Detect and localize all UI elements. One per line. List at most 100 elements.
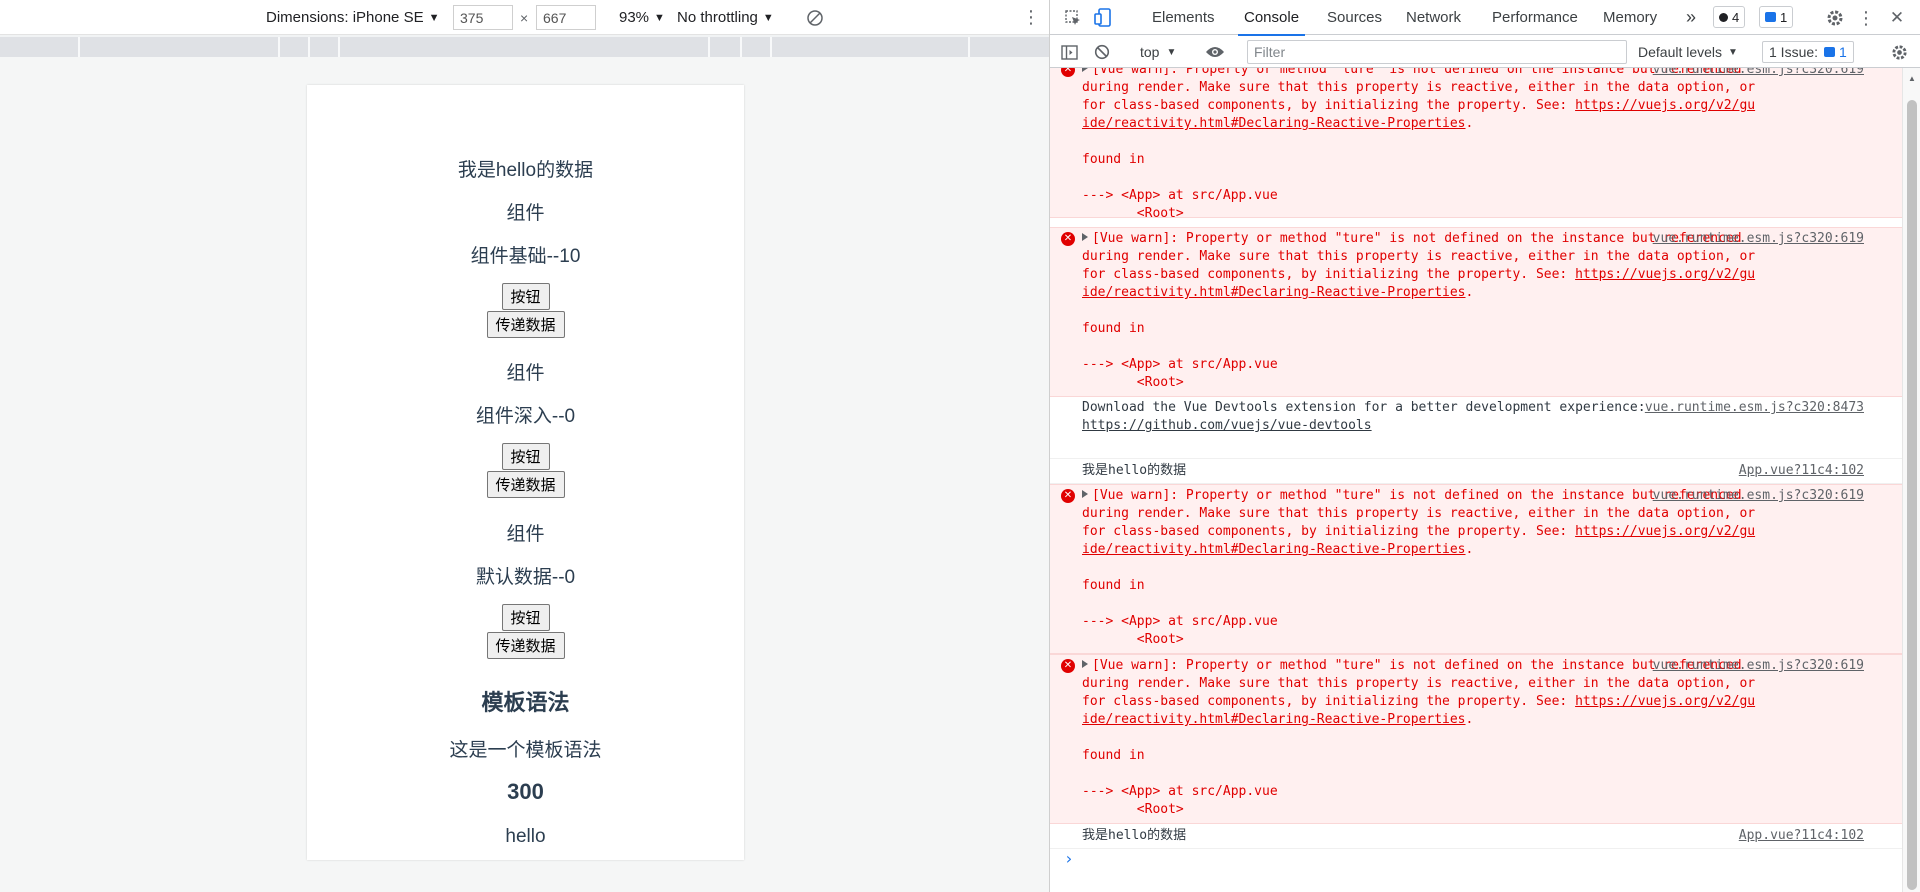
error-icon: ✕ <box>1061 489 1075 503</box>
devtools-panel: Elements Console Sources Network Perform… <box>1049 0 1920 892</box>
ruler-segment[interactable] <box>340 37 710 57</box>
console-settings-gear-icon[interactable] <box>1888 42 1910 62</box>
clear-console-icon[interactable] <box>1092 42 1112 62</box>
rotate-icon[interactable] <box>806 0 824 35</box>
context-select[interactable]: top ▼ <box>1140 36 1176 68</box>
button-1[interactable]: 按钮 <box>501 283 550 310</box>
close-icon[interactable]: ✕ <box>1886 7 1908 29</box>
issues-button[interactable]: 1 Issue: 1 <box>1762 41 1854 63</box>
issues-count: 1 <box>1839 44 1847 60</box>
error-count-badge[interactable]: 4 <box>1713 6 1746 28</box>
console-error-message[interactable]: ✕ [Vue warn]: Property or method "ture" … <box>1050 68 1902 221</box>
live-expression-eye-icon[interactable] <box>1203 42 1227 62</box>
button-2[interactable]: 按钮 <box>501 443 550 470</box>
log-levels-select[interactable]: Default levels ▼ <box>1638 36 1738 68</box>
component-deep-text: 组件深入--0 <box>475 406 576 427</box>
number-heading: 300 <box>507 779 544 804</box>
component-text: 组件 <box>506 524 545 545</box>
console-info-message[interactable]: Download the Vue Devtools extension for … <box>1050 397 1902 459</box>
ruler-segment[interactable] <box>80 37 280 57</box>
filter-input[interactable]: Filter <box>1247 40 1627 64</box>
console-messages: ✕ [Vue warn]: Property or method "ture" … <box>1050 68 1902 892</box>
caret-down-icon: ▼ <box>762 11 774 24</box>
hello-data-text: 我是hello的数据 <box>457 160 594 181</box>
zoom-select[interactable]: 93% ▼ <box>619 0 665 35</box>
ruler-segment[interactable] <box>0 37 80 57</box>
ruler-segment[interactable] <box>742 37 772 57</box>
vue-devtools-link[interactable]: https://github.com/vuejs/vue-devtools <box>1082 418 1372 433</box>
ruler-segment[interactable] <box>710 37 742 57</box>
component-text: 组件 <box>506 363 545 384</box>
caret-down-icon: ▼ <box>1728 46 1738 58</box>
caret-down-icon: ▼ <box>1166 46 1177 58</box>
message-text: 我是hello的数据 <box>1082 828 1187 843</box>
tab-console[interactable]: Console <box>1238 0 1306 36</box>
source-link[interactable]: App.vue?11c4:102 <box>1739 828 1864 843</box>
device-toggle-icon[interactable] <box>1093 7 1113 29</box>
height-input[interactable]: 667 <box>536 5 596 30</box>
ruler-segment[interactable] <box>310 37 340 57</box>
error-icon: ✕ <box>1061 68 1075 77</box>
message-text: [Vue warn]: Property or method "ture" is… <box>1082 488 1763 647</box>
source-link[interactable]: vue.runtime.esm.js?c320:8473 <box>1645 400 1864 415</box>
console-error-message[interactable]: ✕ [Vue warn]: Property or method "ture" … <box>1050 484 1902 654</box>
template-syntax-text: 这是一个模板语法 <box>449 740 602 761</box>
console-log-message[interactable]: 我是hello的数据 App.vue?11c4:102 <box>1050 459 1902 484</box>
error-dot-icon <box>1719 12 1728 22</box>
devtools-tab-bar: Elements Console Sources Network Perform… <box>1050 0 1920 36</box>
component-basic-text: 组件基础--10 <box>470 246 581 267</box>
template-syntax-heading: 模板语法 <box>481 690 570 715</box>
message-icon <box>1765 12 1776 22</box>
console-error-message[interactable]: ✕ [Vue warn]: Property or method "ture" … <box>1050 227 1902 397</box>
message-count: 1 <box>1780 9 1788 25</box>
tab-elements[interactable]: Elements <box>1152 0 1215 35</box>
message-text: [Vue warn]: Property or method "ture" is… <box>1082 68 1757 223</box>
message-icon <box>1824 47 1836 57</box>
device-emulation-pane: Dimensions: iPhone SE ▼ 375 × 667 93% ▼ … <box>0 0 1049 892</box>
pass-data-button-2[interactable]: 传递数据 <box>486 471 565 498</box>
tab-performance[interactable]: Performance <box>1492 0 1578 35</box>
expand-triangle-icon <box>1082 660 1088 668</box>
source-link[interactable]: vue.runtime.esm.js?c320:619 <box>1653 68 1864 77</box>
ruler-segment[interactable] <box>970 37 1049 57</box>
console-prompt[interactable]: › <box>1064 849 1074 868</box>
pass-data-button-3[interactable]: 传递数据 <box>486 632 565 659</box>
console-scrollbar[interactable]: ▲ <box>1902 68 1920 892</box>
more-options-icon[interactable]: ⋮ <box>1022 0 1040 35</box>
media-query-ruler[interactable] <box>0 37 1049 57</box>
width-input[interactable]: 375 <box>453 5 513 30</box>
button-3[interactable]: 按钮 <box>501 604 550 631</box>
source-link[interactable]: vue.runtime.esm.js?c320:619 <box>1653 658 1864 673</box>
error-count: 4 <box>1732 9 1740 25</box>
log-levels-label: Default levels <box>1638 44 1723 60</box>
throttling-select[interactable]: No throttling ▼ <box>677 0 774 35</box>
device-dimensions-label: Dimensions: iPhone SE <box>266 9 424 26</box>
device-viewport: 我是hello的数据 组件 组件基础--10 按钮 传递数据 组件 组件深入--… <box>307 85 744 860</box>
device-toolbar: Dimensions: iPhone SE ▼ 375 × 667 93% ▼ … <box>0 0 1049 35</box>
tab-network[interactable]: Network <box>1406 0 1461 35</box>
message-text: [Vue warn]: Property or method "ture" is… <box>1082 231 1763 390</box>
customize-menu-icon[interactable]: ⋮ <box>1856 7 1876 29</box>
zoom-label: 93% <box>619 9 650 26</box>
settings-gear-icon[interactable] <box>1824 7 1846 29</box>
more-tabs-icon[interactable]: » <box>1686 0 1696 35</box>
inspect-element-icon[interactable] <box>1063 8 1083 28</box>
console-log-message[interactable]: 我是hello的数据 App.vue?11c4:102 <box>1050 824 1902 849</box>
ruler-segment[interactable] <box>280 37 310 57</box>
console-toolbar: top ▼ Filter Default levels ▼ 1 Issue: 1 <box>1050 36 1920 68</box>
tab-sources[interactable]: Sources <box>1327 0 1382 35</box>
ruler-segment[interactable] <box>772 37 970 57</box>
console-error-message[interactable]: ✕ [Vue warn]: Property or method "ture" … <box>1050 654 1902 824</box>
source-link[interactable]: vue.runtime.esm.js?c320:619 <box>1653 231 1864 246</box>
scroll-up-arrow-icon[interactable]: ▲ <box>1908 74 1916 83</box>
message-count-badge[interactable]: 1 <box>1759 6 1794 28</box>
sidebar-toggle-icon[interactable] <box>1059 42 1079 62</box>
source-link[interactable]: App.vue?11c4:102 <box>1739 463 1864 478</box>
message-text: 我是hello的数据 <box>1082 463 1187 478</box>
pass-data-button-1[interactable]: 传递数据 <box>486 311 565 338</box>
context-label: top <box>1140 44 1160 60</box>
source-link[interactable]: vue.runtime.esm.js?c320:619 <box>1653 488 1864 503</box>
scroll-thumb[interactable] <box>1907 100 1917 890</box>
device-select[interactable]: Dimensions: iPhone SE ▼ <box>266 0 439 35</box>
tab-memory[interactable]: Memory <box>1603 0 1657 35</box>
